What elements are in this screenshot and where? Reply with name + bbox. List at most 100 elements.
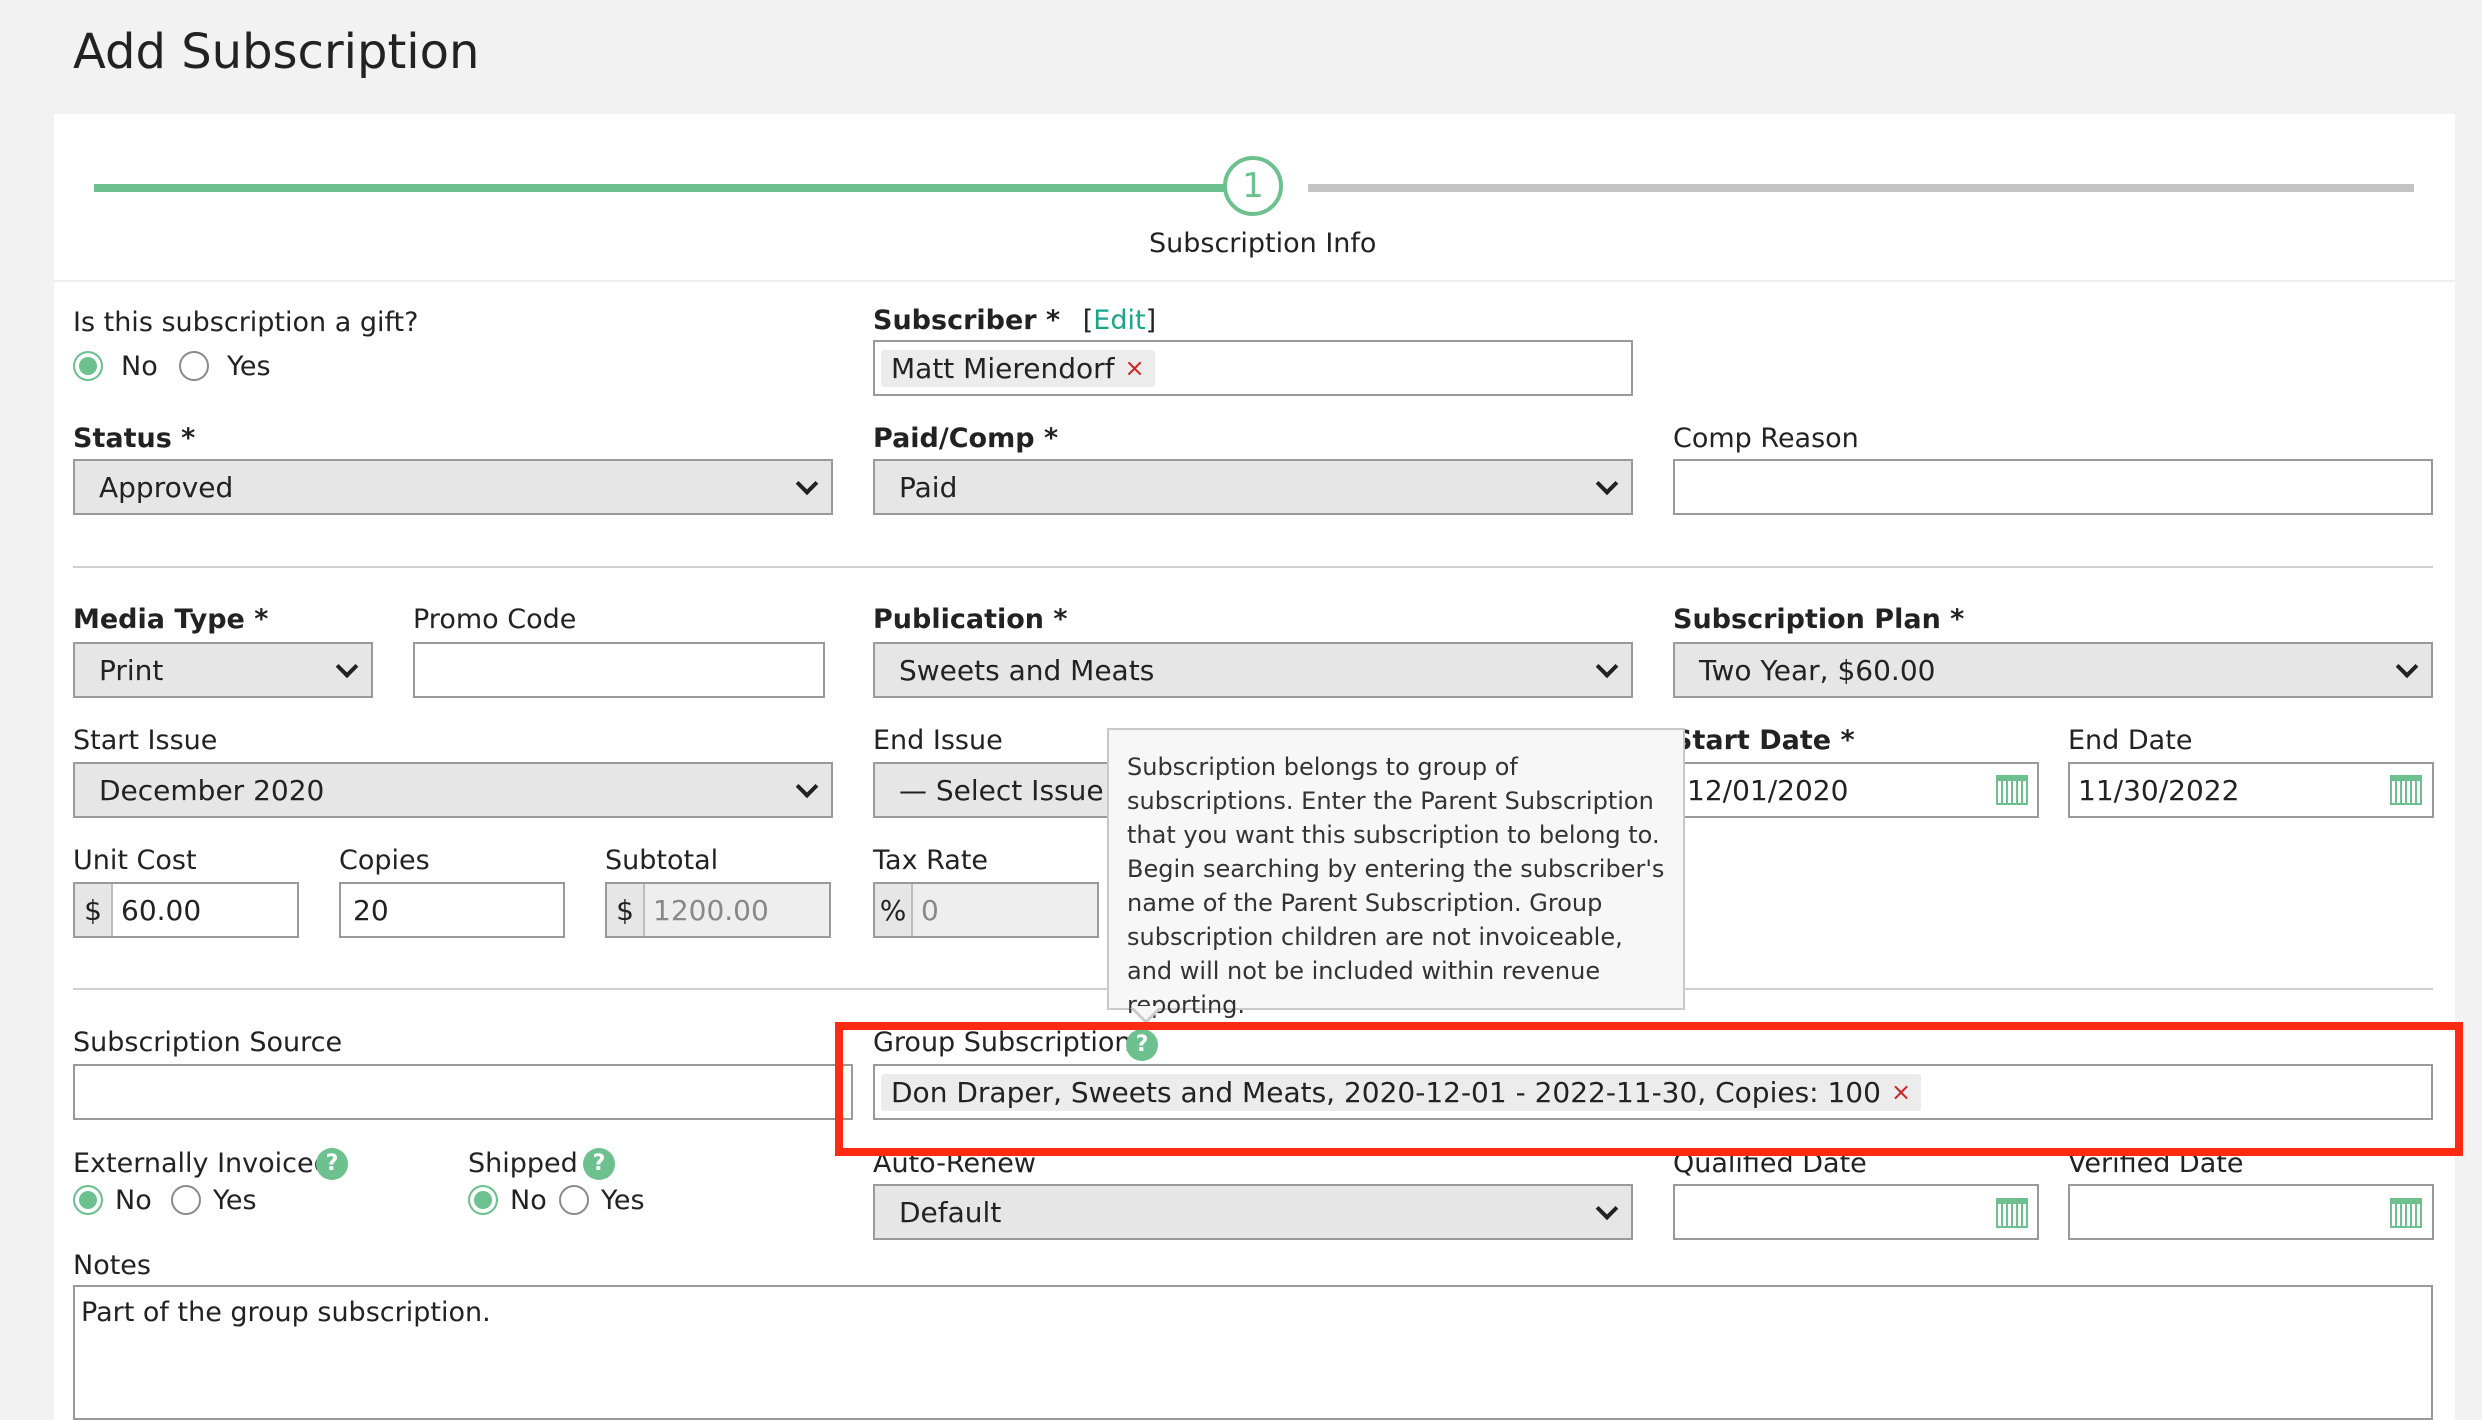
chevron-down-icon bbox=[1595, 655, 1619, 679]
subscriber-label-text: Subscriber * bbox=[873, 305, 1061, 336]
gift-no-radio[interactable] bbox=[73, 351, 103, 381]
chevron-down-icon bbox=[2395, 655, 2419, 679]
help-icon[interactable]: ? bbox=[583, 1148, 615, 1180]
group-subscription-tooltip: Subscription belongs to group of subscri… bbox=[1107, 728, 1685, 1019]
unit-cost-label: Unit Cost bbox=[73, 845, 197, 876]
shipped-no-label: No bbox=[510, 1185, 547, 1216]
copies-value: 20 bbox=[353, 893, 389, 927]
subtotal-input: $ 1200.00 bbox=[605, 882, 831, 938]
gift-label: Is this subscription a gift? bbox=[73, 307, 419, 338]
publication-value: Sweets and Meats bbox=[899, 653, 1155, 687]
publication-label: Publication * bbox=[873, 604, 1068, 635]
subscriber-input[interactable]: Matt Mierendorf × bbox=[873, 340, 1633, 396]
unit-cost-input[interactable]: $ 60.00 bbox=[73, 882, 299, 938]
help-icon[interactable]: ? bbox=[316, 1148, 348, 1180]
subscriber-edit-link[interactable]: Edit bbox=[1093, 305, 1145, 336]
gift-yes-radio[interactable] bbox=[179, 351, 209, 381]
calendar-icon[interactable] bbox=[2390, 1198, 2422, 1228]
edit-bracket-close: ] bbox=[1145, 305, 1157, 336]
media-type-select[interactable]: Print bbox=[73, 642, 373, 698]
start-issue-select[interactable]: December 2020 bbox=[73, 762, 833, 818]
start-date-label: Start Date * bbox=[1673, 725, 1855, 756]
section-divider bbox=[73, 566, 2433, 568]
comp-reason-label: Comp Reason bbox=[1673, 423, 1859, 454]
paid-comp-select[interactable]: Paid bbox=[873, 459, 1633, 515]
tax-rate-input: % 0 bbox=[873, 882, 1099, 938]
start-issue-label: Start Issue bbox=[73, 725, 218, 756]
chevron-down-icon bbox=[335, 655, 359, 679]
auto-renew-select[interactable]: Default bbox=[873, 1184, 1633, 1240]
media-type-label: Media Type * bbox=[73, 604, 269, 635]
externally-invoiced-no-label: No bbox=[115, 1185, 152, 1216]
steps-divider bbox=[54, 280, 2455, 282]
edit-bracket-open: [ bbox=[1082, 305, 1094, 336]
subtotal-value: 1200.00 bbox=[653, 893, 769, 927]
calendar-icon[interactable] bbox=[2390, 775, 2422, 805]
externally-invoiced-yes-radio[interactable] bbox=[171, 1185, 201, 1215]
copies-label: Copies bbox=[339, 845, 430, 876]
auto-renew-value: Default bbox=[899, 1195, 1002, 1229]
promo-code-label: Promo Code bbox=[413, 604, 577, 635]
progress-bar-remaining bbox=[1308, 184, 2414, 192]
chevron-down-icon bbox=[1595, 1197, 1619, 1221]
chevron-down-icon bbox=[795, 472, 819, 496]
shipped-yes-label: Yes bbox=[601, 1185, 645, 1216]
promo-code-input[interactable] bbox=[413, 642, 825, 698]
subscription-source-input[interactable] bbox=[73, 1064, 853, 1120]
shipped-no-radio[interactable] bbox=[468, 1185, 498, 1215]
start-date-input[interactable]: 12/01/2020 bbox=[1673, 762, 2039, 818]
calendar-icon[interactable] bbox=[1996, 775, 2028, 805]
notes-textarea[interactable]: Part of the group subscription. bbox=[73, 1285, 2433, 1420]
shipped-label: Shipped bbox=[468, 1148, 578, 1179]
status-value: Approved bbox=[99, 470, 234, 504]
paid-comp-label: Paid/Comp * bbox=[873, 423, 1059, 454]
verified-date-input[interactable] bbox=[2068, 1184, 2434, 1240]
chevron-down-icon bbox=[1595, 472, 1619, 496]
end-issue-value: — Select Issue — bbox=[899, 773, 1141, 807]
subscriber-label: Subscriber * [Edit] bbox=[873, 305, 1156, 336]
start-issue-value: December 2020 bbox=[99, 773, 325, 807]
externally-invoiced-yes-label: Yes bbox=[213, 1185, 257, 1216]
subscriber-remove-icon[interactable]: × bbox=[1124, 354, 1144, 382]
tax-rate-label: Tax Rate bbox=[873, 845, 989, 876]
start-date-value: 12/01/2020 bbox=[1687, 773, 1849, 807]
chevron-down-icon bbox=[795, 775, 819, 799]
copies-input[interactable]: 20 bbox=[339, 882, 565, 938]
calendar-icon[interactable] bbox=[1996, 1198, 2028, 1228]
end-date-input[interactable]: 11/30/2022 bbox=[2068, 762, 2434, 818]
subscription-plan-value: Two Year, $60.00 bbox=[1699, 653, 1936, 687]
step-indicator-1[interactable]: 1 bbox=[1223, 156, 1283, 216]
gift-no-label: No bbox=[121, 351, 158, 382]
subtotal-label: Subtotal bbox=[605, 845, 719, 876]
externally-invoiced-label: Externally Invoiced bbox=[73, 1148, 331, 1179]
externally-invoiced-no-radio[interactable] bbox=[73, 1185, 103, 1215]
page-title: Add Subscription bbox=[73, 24, 480, 80]
dollar-addon: $ bbox=[75, 884, 113, 936]
percent-addon: % bbox=[875, 884, 913, 936]
status-select[interactable]: Approved bbox=[73, 459, 833, 515]
end-date-label: End Date bbox=[2068, 725, 2193, 756]
step-label-subscription-info: Subscription Info bbox=[1149, 228, 1377, 259]
dollar-addon: $ bbox=[607, 884, 645, 936]
comp-reason-input[interactable] bbox=[1673, 459, 2433, 515]
tax-rate-value: 0 bbox=[921, 893, 939, 927]
subscription-plan-select[interactable]: Two Year, $60.00 bbox=[1673, 642, 2433, 698]
progress-bar-complete bbox=[94, 184, 1254, 192]
end-date-value: 11/30/2022 bbox=[2078, 773, 2240, 807]
publication-select[interactable]: Sweets and Meats bbox=[873, 642, 1633, 698]
tooltip-arrow-inner bbox=[1132, 1006, 1160, 1020]
highlight-box bbox=[835, 1022, 2463, 1156]
qualified-date-input[interactable] bbox=[1673, 1184, 2039, 1240]
gift-yes-label: Yes bbox=[227, 351, 271, 382]
notes-label: Notes bbox=[73, 1250, 151, 1281]
subscription-source-label: Subscription Source bbox=[73, 1027, 343, 1058]
unit-cost-value: 60.00 bbox=[121, 893, 202, 927]
subscriber-tag: Matt Mierendorf × bbox=[881, 349, 1155, 387]
paid-comp-value: Paid bbox=[899, 470, 958, 504]
subscriber-tag-text: Matt Mierendorf bbox=[891, 351, 1115, 385]
status-label: Status * bbox=[73, 423, 196, 454]
media-type-value: Print bbox=[99, 653, 164, 687]
end-issue-label: End Issue bbox=[873, 725, 1003, 756]
shipped-yes-radio[interactable] bbox=[559, 1185, 589, 1215]
subscription-plan-label: Subscription Plan * bbox=[1673, 604, 1965, 635]
